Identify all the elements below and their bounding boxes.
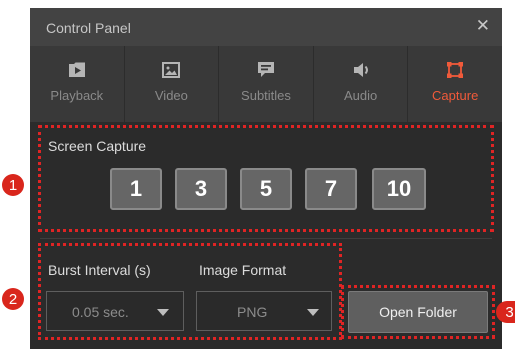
tab-label: Video <box>154 88 188 103</box>
image-icon <box>162 62 181 78</box>
burst-interval-select[interactable]: 0.05 sec. <box>46 291 184 331</box>
marker-3-label: 3 <box>505 303 514 321</box>
subtitles-icon <box>257 62 274 77</box>
chevron-down-icon <box>307 309 319 316</box>
tab-capture[interactable]: Capture <box>408 46 502 122</box>
tab-audio[interactable]: Audio <box>314 46 409 122</box>
open-folder-button[interactable]: Open Folder <box>348 291 488 333</box>
tab-label: Playback <box>50 88 104 103</box>
window-title: Control Panel <box>46 20 131 36</box>
burst-1-button[interactable]: 1 <box>110 168 162 210</box>
tab-label: Subtitles <box>241 88 291 103</box>
play-icon <box>68 62 85 77</box>
chevron-down-icon <box>157 309 169 316</box>
image-format-label: Image Format <box>199 262 287 278</box>
burst-interval-value: 0.05 sec. <box>72 304 129 320</box>
screen-capture-label: Screen Capture <box>48 138 147 154</box>
burst-10-button[interactable]: 10 <box>372 168 426 210</box>
burst-7-button[interactable]: 7 <box>305 168 357 210</box>
image-format-value: PNG <box>237 304 268 320</box>
section-divider <box>40 238 492 239</box>
tab-playback[interactable]: Playback <box>30 46 125 122</box>
burst-5-button[interactable]: 5 <box>240 168 292 210</box>
tab-bar: Playback Video Subtitles Audio Capture <box>30 46 502 122</box>
tab-label: Audio <box>343 88 378 103</box>
close-icon[interactable]: ✕ <box>476 17 490 34</box>
tab-subtitles[interactable]: Subtitles <box>219 46 314 122</box>
title-bar: Control Panel ✕ <box>30 8 502 46</box>
marker-1: 1 <box>2 174 24 196</box>
tab-video[interactable]: Video <box>125 46 220 122</box>
tab-label: Capture <box>432 88 479 103</box>
image-format-select[interactable]: PNG <box>196 291 332 331</box>
burst-3-button[interactable]: 3 <box>175 168 227 210</box>
speaker-icon <box>353 63 368 77</box>
marker-3: 3 <box>496 301 515 323</box>
capture-icon <box>447 62 464 78</box>
burst-interval-label: Burst Interval (s) <box>48 262 151 278</box>
marker-2: 2 <box>2 288 24 310</box>
